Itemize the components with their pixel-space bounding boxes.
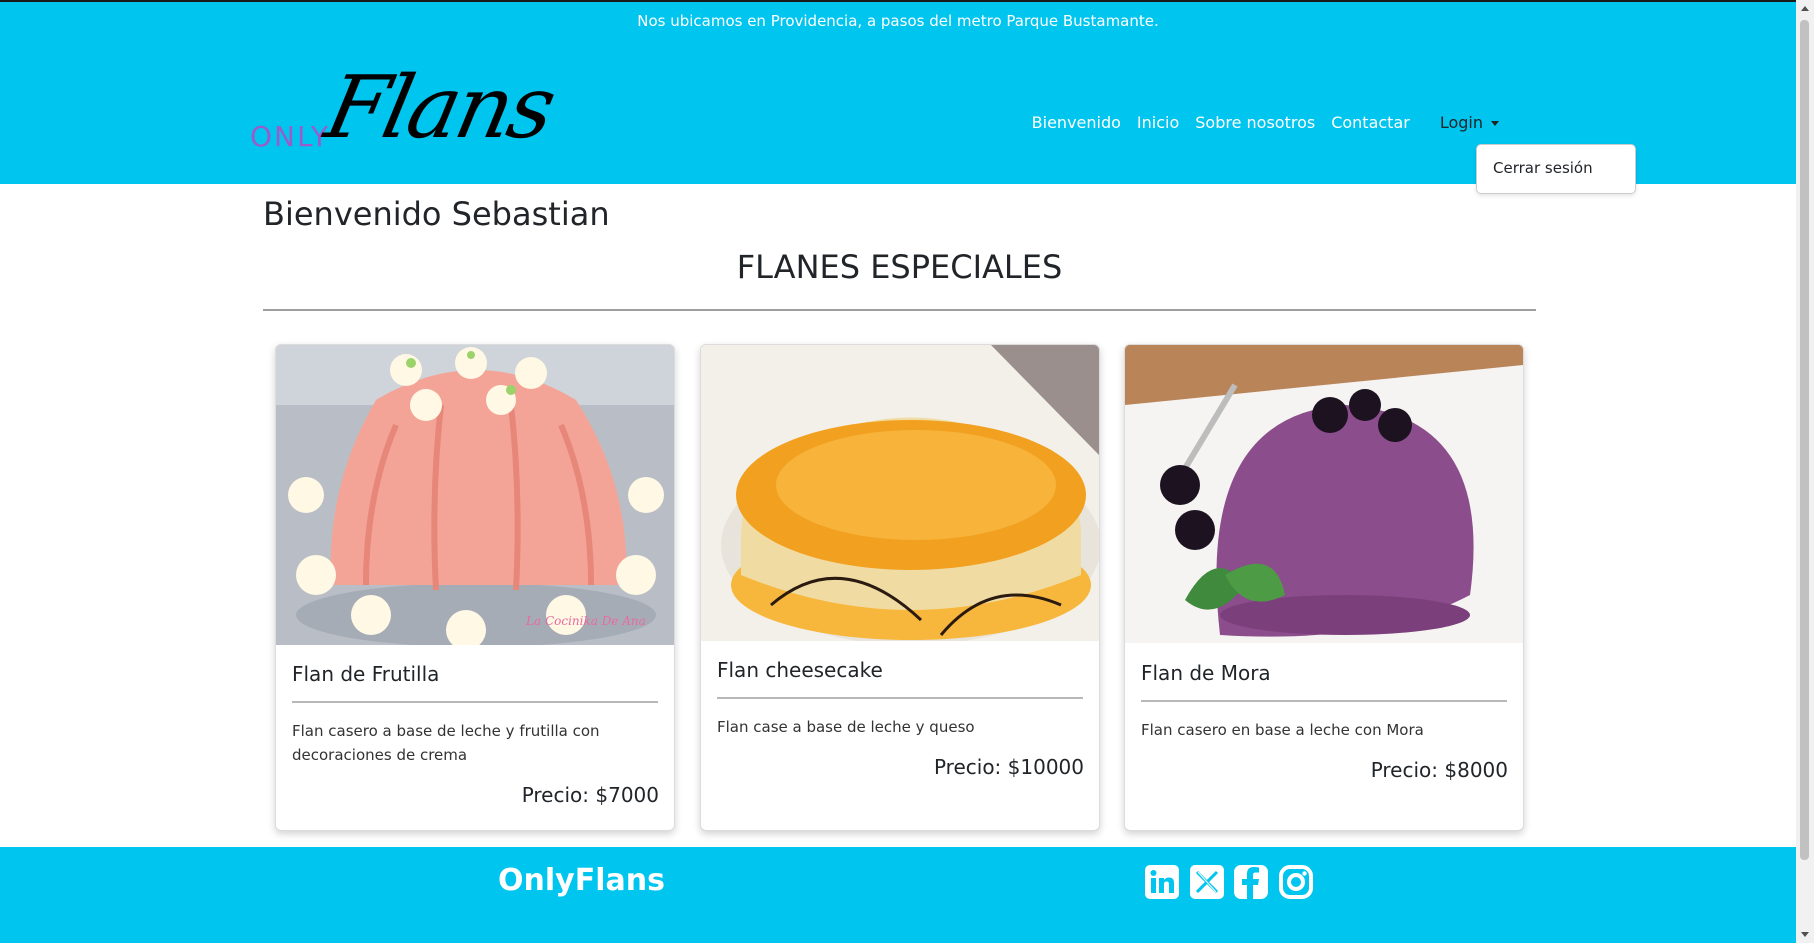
blackberry-flan-image [1125,345,1523,643]
page-scrollbar[interactable] [1796,0,1814,943]
logo-flans-text: Flans [317,58,562,158]
image-watermark: La Cocinika De Ana [525,614,646,628]
card-title: Flan de Mora [1141,661,1271,685]
top-border [0,0,1796,2]
card-price: Precio: $10000 [933,755,1084,779]
product-card-mora: Flan de Mora Flan casero en base a leche… [1124,344,1524,831]
card-description: Flan casero en base a leche con Mora [1141,721,1424,739]
nav-link-inicio[interactable]: Inicio [1137,113,1179,132]
card-divider [1141,700,1507,702]
linkedin-icon[interactable] [1144,864,1180,900]
card-price: Precio: $7000 [521,783,659,807]
product-card-frutilla: La Cocinika De Ana Flan de Frutilla Flan… [275,344,675,831]
footer-brand: OnlyFlans [498,863,665,898]
card-title: Flan de Frutilla [292,662,440,686]
login-dropdown-menu: Cerrar sesión [1476,144,1636,194]
logout-menu-item[interactable]: Cerrar sesión [1493,159,1593,177]
site-logo[interactable]: ONLY Flans [248,58,562,172]
scroll-down-arrow-icon[interactable] [1801,932,1809,937]
login-dropdown-toggle[interactable]: Login [1440,113,1499,132]
footer: OnlyFlans [0,847,1796,943]
card-description: Flan casero a base de leche y frutilla c… [292,722,600,764]
login-label: Login [1439,113,1483,132]
card-divider [292,701,658,703]
nav-link-bienvenido[interactable]: Bienvenido [1032,113,1121,132]
card-price: Precio: $8000 [1370,758,1508,782]
section-divider [263,309,1536,311]
welcome-heading: Bienvenido Sebastian [263,195,610,233]
facebook-icon[interactable] [1233,864,1269,900]
strawberry-flan-image: La Cocinika De Ana [276,345,674,645]
nav-link-sobre-nosotros[interactable]: Sobre nosotros [1195,113,1315,132]
card-title: Flan cheesecake [717,658,883,682]
location-banner: Nos ubicamos en Providencia, a pasos del… [637,12,1159,30]
card-description: Flan case a base de leche y queso [717,718,975,736]
x-twitter-icon[interactable] [1189,864,1225,900]
logo-only-text: ONLY [250,120,330,153]
product-card-cheesecake: Flan cheesecake Flan case a base de lech… [700,344,1100,831]
cheesecake-flan-image [701,345,1099,641]
nav-link-contactar[interactable]: Contactar [1331,113,1410,132]
main-nav: Bienvenido Inicio Sobre nosotros Contact… [1016,113,1499,132]
scrollbar-thumb[interactable] [1800,20,1809,860]
section-title: FLANES ESPECIALES [736,248,1063,286]
scroll-up-arrow-icon[interactable] [1801,6,1809,11]
caret-down-icon [1491,121,1499,126]
instagram-icon[interactable] [1278,864,1314,900]
card-divider [717,697,1083,699]
